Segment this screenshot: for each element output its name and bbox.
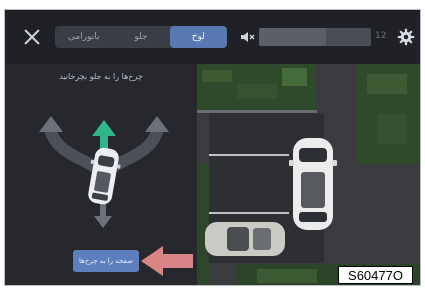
guidance-panel: چرخ‌ها را به جلو بچرخانید (5, 64, 197, 285)
arrow-left-icon (39, 116, 63, 132)
car-top-icon (289, 138, 337, 230)
confirm-button[interactable]: صفحه را به چرخ‌ها (73, 250, 139, 272)
volume-slider[interactable] (259, 28, 371, 46)
pointer-arrow-icon (141, 246, 193, 276)
app-screen: بانورامی جلو لوح 12 (4, 9, 421, 286)
tab-panoramic[interactable]: بانورامی (55, 26, 112, 48)
volume-value: 12 (375, 31, 387, 41)
view-mode-tabs: بانورامی جلو لوح (55, 26, 227, 48)
gear-icon[interactable] (397, 28, 415, 46)
instruction-text: چرخ‌ها را به جلو بچرخانید (59, 72, 143, 81)
steering-diagram (39, 116, 169, 228)
close-icon[interactable] (21, 26, 43, 48)
car-top-icon (88, 147, 121, 205)
parked-car-icon (205, 222, 285, 256)
figure-code-label: S60477O (338, 266, 413, 284)
camera-view (197, 64, 420, 285)
volume-fill (259, 28, 327, 46)
tab-front[interactable]: جلو (112, 26, 169, 48)
mute-icon[interactable] (241, 31, 255, 43)
arrow-right-icon (145, 116, 169, 132)
tab-active[interactable]: لوح (169, 26, 227, 48)
arrow-down-icon (94, 204, 112, 228)
top-bar: بانورامی جلو لوح 12 (5, 10, 420, 64)
camera-image (197, 64, 420, 285)
